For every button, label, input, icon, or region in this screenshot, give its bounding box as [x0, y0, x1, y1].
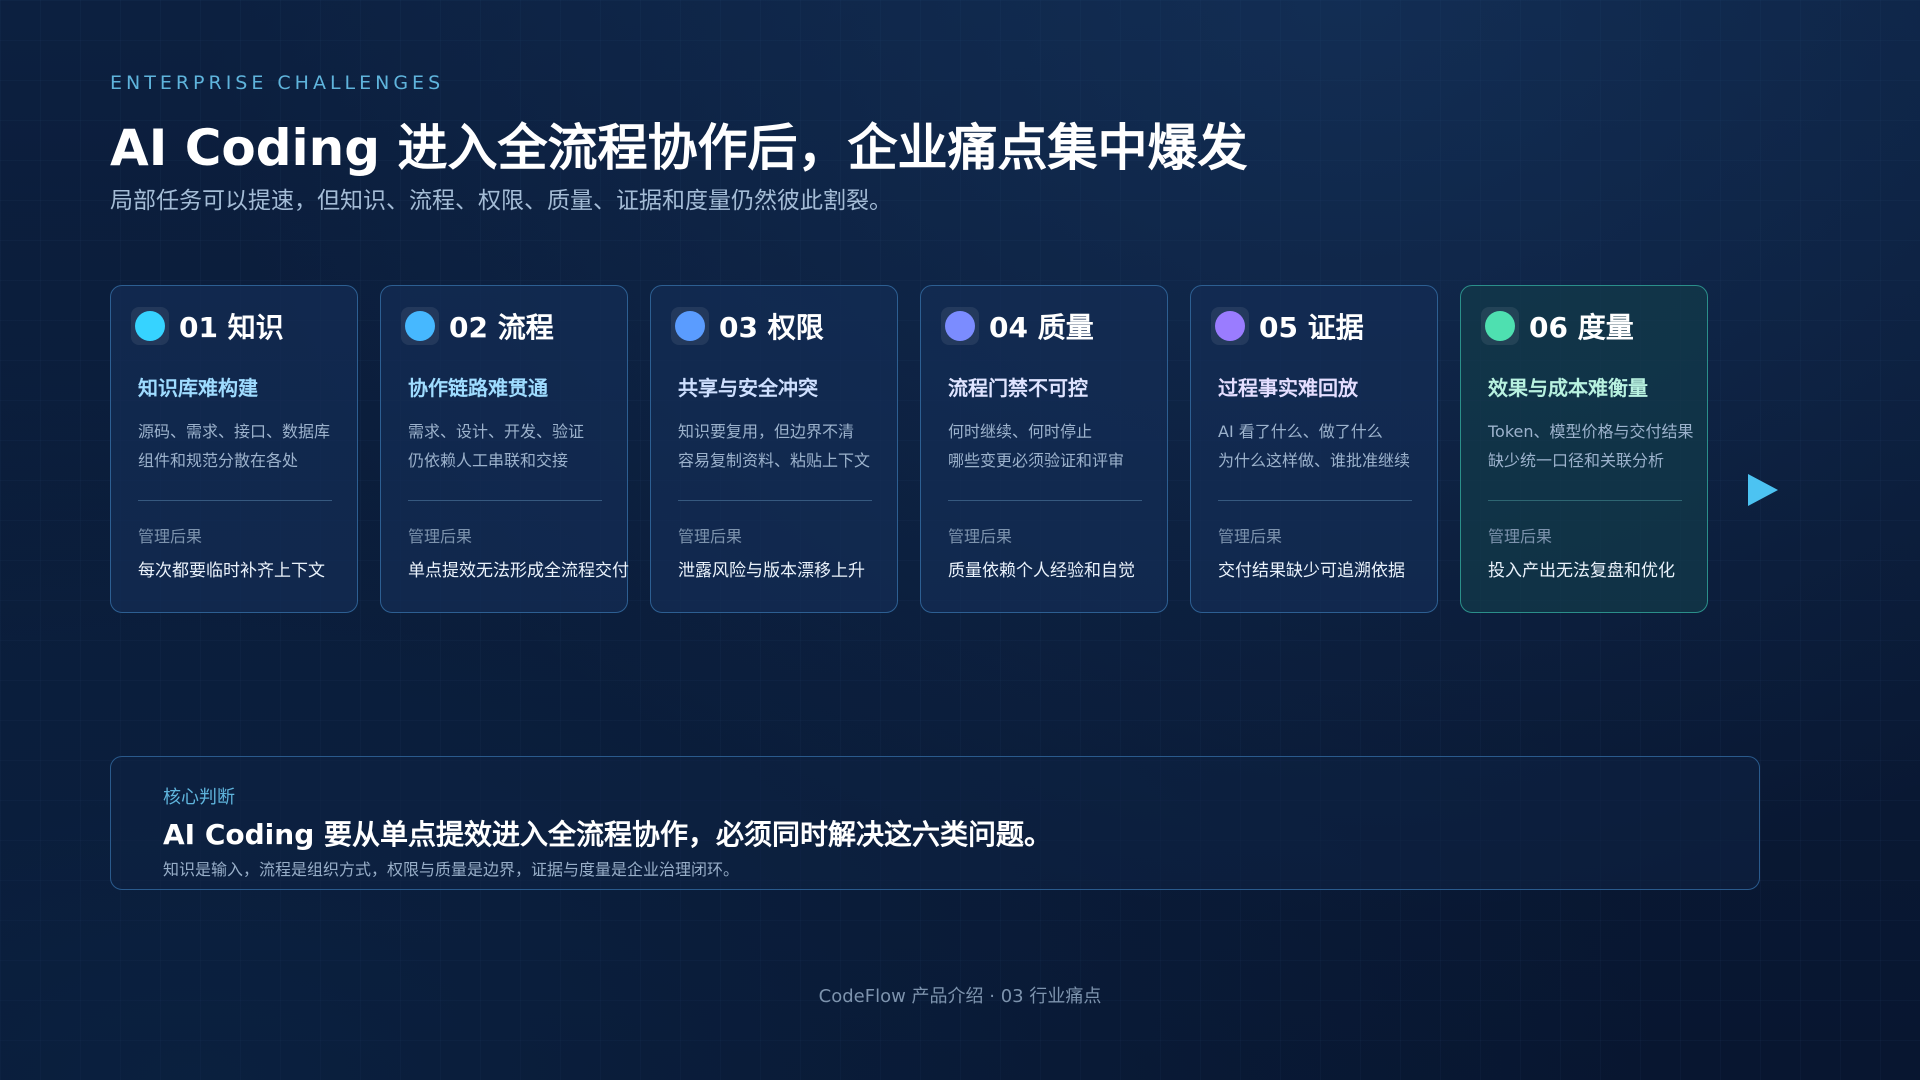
- eyebrow: ENTERPRISE CHALLENGES: [110, 72, 445, 94]
- card-permission: 03 权限 共享与安全冲突 知识要复用，但边界不清 容易复制资料、粘贴上下文 管…: [650, 285, 898, 613]
- card-marker: [131, 307, 169, 345]
- card-description-line: 缺少统一口径和关联分析: [1488, 451, 1665, 470]
- impact-text: 交付结果缺少可追溯依据: [1218, 561, 1405, 581]
- card-description: AI 看了什么、做了什么 为什么这样做、谁批准继续: [1218, 417, 1410, 475]
- card-description-line: 何时继续、何时停止: [948, 422, 1093, 441]
- impact-text: 投入产出无法复盘和优化: [1488, 561, 1675, 581]
- card-description-line: Token、模型价格与交付结果: [1488, 422, 1694, 441]
- card-subtitle: 知识库难构建: [138, 376, 258, 400]
- card-metrics: 06 度量 效果与成本难衡量 Token、模型价格与交付结果 缺少统一口径和关联…: [1460, 285, 1708, 613]
- card-description-line: 源码、需求、接口、数据库: [138, 422, 331, 441]
- card-title: 06 度量: [1529, 311, 1634, 344]
- card-title: 04 质量: [989, 311, 1094, 344]
- card-process: 02 流程 协作链路难贯通 需求、设计、开发、验证 仍依赖人工串联和交接 管理后…: [380, 285, 629, 613]
- card-title: 05 证据: [1259, 311, 1364, 344]
- card-quality: 04 质量 流程门禁不可控 何时继续、何时停止 哪些变更必须验证和评审 管理后果…: [920, 285, 1168, 613]
- card-header: 02 流程: [401, 306, 554, 346]
- circle-icon: [675, 311, 705, 341]
- card-header: 03 权限: [671, 306, 824, 346]
- divider: [408, 500, 602, 501]
- card-header: 01 知识: [131, 306, 284, 346]
- divider: [1218, 500, 1412, 501]
- card-description-line: 知识要复用，但边界不清: [678, 422, 855, 441]
- card-description-line: 组件和规范分散在各处: [138, 451, 299, 470]
- card-marker: [1211, 307, 1249, 345]
- card-description: 需求、设计、开发、验证 仍依赖人工串联和交接: [408, 417, 584, 475]
- circle-icon: [1215, 311, 1245, 341]
- card-description-line: 容易复制资料、粘贴上下文: [678, 451, 871, 470]
- card-marker: [401, 307, 439, 345]
- card-subtitle: 过程事实难回放: [1218, 376, 1358, 400]
- impact-label: 管理后果: [678, 527, 743, 546]
- card-subtitle: 协作链路难贯通: [408, 376, 548, 400]
- card-description-line: 仍依赖人工串联和交接: [408, 451, 569, 470]
- card-title: 01 知识: [179, 311, 284, 344]
- card-description-line: AI 看了什么、做了什么: [1218, 422, 1383, 441]
- card-description-line: 需求、设计、开发、验证: [408, 422, 585, 441]
- impact-label: 管理后果: [1488, 527, 1553, 546]
- card-description: 何时继续、何时停止 哪些变更必须验证和评审: [948, 417, 1124, 475]
- judgment-label: 核心判断: [163, 787, 235, 808]
- card-description-line: 哪些变更必须验证和评审: [948, 451, 1125, 470]
- card-header: 06 度量: [1481, 306, 1634, 346]
- circle-icon: [405, 311, 435, 341]
- challenge-cards: 01 知识 知识库难构建 源码、需求、接口、数据库 组件和规范分散在各处 管理后…: [110, 285, 1710, 615]
- card-marker: [941, 307, 979, 345]
- card-description: 源码、需求、接口、数据库 组件和规范分散在各处: [138, 417, 330, 475]
- play-arrow-icon[interactable]: [1748, 474, 1778, 506]
- card-subtitle: 效果与成本难衡量: [1488, 376, 1648, 400]
- judgment-title: AI Coding 要从单点提效进入全流程协作，必须同时解决这六类问题。: [163, 818, 1052, 851]
- divider: [138, 500, 332, 501]
- impact-label: 管理后果: [1218, 527, 1283, 546]
- card-subtitle: 流程门禁不可控: [948, 376, 1088, 400]
- impact-text: 每次都要临时补齐上下文: [138, 561, 325, 581]
- card-title: 02 流程: [449, 311, 554, 344]
- divider: [1488, 500, 1682, 501]
- circle-icon: [135, 311, 165, 341]
- impact-text: 单点提效无法形成全流程交付: [408, 561, 629, 581]
- page-subtitle: 局部任务可以提速，但知识、流程、权限、质量、证据和度量仍然彼此割裂。: [110, 188, 892, 214]
- impact-label: 管理后果: [138, 527, 203, 546]
- card-description: Token、模型价格与交付结果 缺少统一口径和关联分析: [1488, 417, 1694, 475]
- card-marker: [671, 307, 709, 345]
- page-title: AI Coding 进入全流程协作后，企业痛点集中爆发: [110, 119, 1248, 177]
- core-judgment-panel: 核心判断 AI Coding 要从单点提效进入全流程协作，必须同时解决这六类问题…: [110, 756, 1760, 890]
- judgment-note: 知识是输入，流程是组织方式，权限与质量是边界，证据与度量是企业治理闭环。: [163, 860, 740, 879]
- card-subtitle: 共享与安全冲突: [678, 376, 818, 400]
- card-header: 05 证据: [1211, 306, 1364, 346]
- circle-icon: [1485, 311, 1515, 341]
- card-title: 03 权限: [719, 311, 824, 344]
- card-knowledge: 01 知识 知识库难构建 源码、需求、接口、数据库 组件和规范分散在各处 管理后…: [110, 285, 358, 613]
- divider: [948, 500, 1142, 501]
- footer: CodeFlow 产品介绍 · 03 行业痛点: [818, 986, 1102, 1007]
- card-evidence: 05 证据 过程事实难回放 AI 看了什么、做了什么 为什么这样做、谁批准继续 …: [1190, 285, 1438, 613]
- impact-text: 质量依赖个人经验和自觉: [948, 561, 1135, 581]
- divider: [678, 500, 872, 501]
- circle-icon: [945, 311, 975, 341]
- impact-label: 管理后果: [948, 527, 1013, 546]
- impact-text: 泄露风险与版本漂移上升: [678, 561, 865, 581]
- card-description: 知识要复用，但边界不清 容易复制资料、粘贴上下文: [678, 417, 870, 475]
- card-header: 04 质量: [941, 306, 1094, 346]
- card-marker: [1481, 307, 1519, 345]
- impact-label: 管理后果: [408, 527, 473, 546]
- card-description-line: 为什么这样做、谁批准继续: [1218, 451, 1411, 470]
